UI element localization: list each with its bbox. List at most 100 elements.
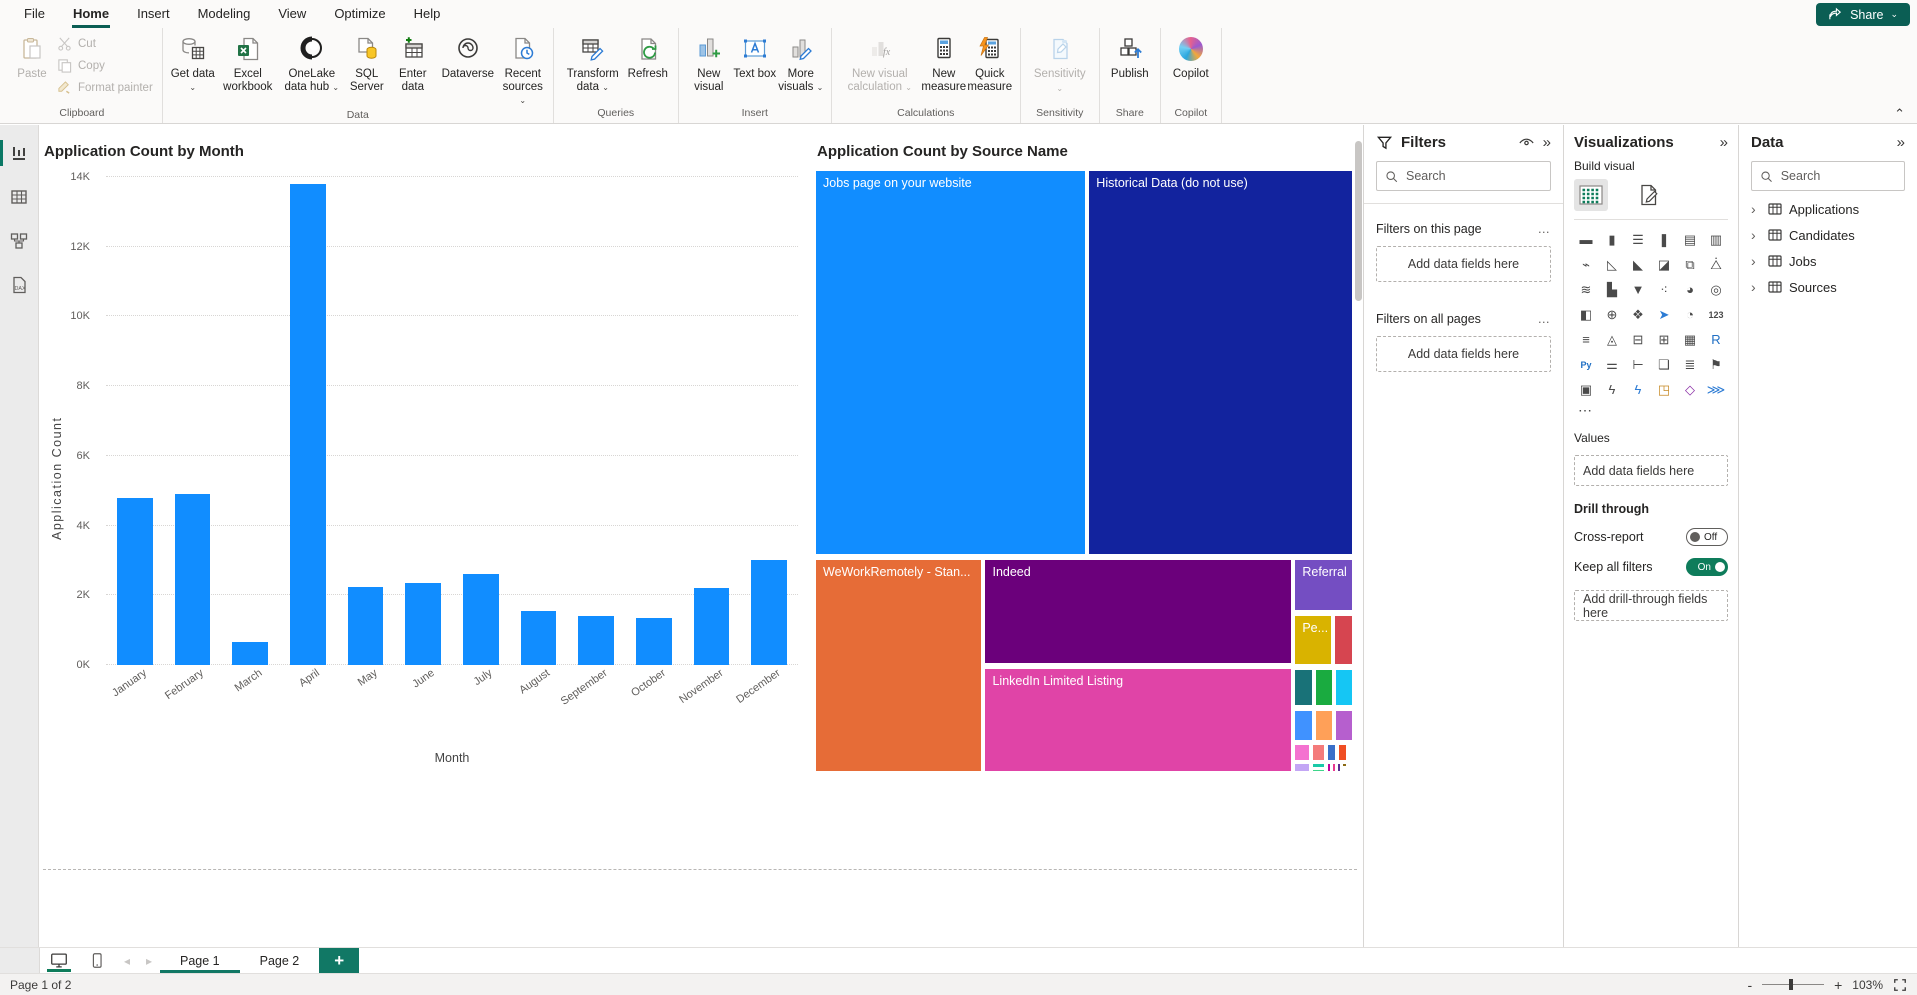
bar-june[interactable] <box>405 583 441 665</box>
cross-report-toggle[interactable]: Off <box>1686 528 1728 546</box>
smart-narrative-icon[interactable]: ≣ <box>1678 354 1702 375</box>
menu-tab-home[interactable]: Home <box>59 0 123 28</box>
model-view-button[interactable] <box>0 225 39 257</box>
treemap-tile[interactable] <box>1295 764 1309 771</box>
get-data-button[interactable]: Get data ⌄ <box>170 28 216 94</box>
recent-sources-button[interactable]: Recent sources ⌄ <box>500 28 546 107</box>
desktop-layout-button[interactable] <box>40 948 78 973</box>
menu-tab-modeling[interactable]: Modeling <box>184 0 265 28</box>
page-tab-2[interactable]: Page 2 <box>240 948 320 973</box>
treemap-tile[interactable] <box>1313 745 1324 760</box>
format-painter-button[interactable]: Format painter <box>57 80 153 95</box>
bar-january[interactable] <box>117 498 153 665</box>
clustered-column-chart-icon[interactable]: ❚ <box>1652 229 1676 250</box>
menu-tab-view[interactable]: View <box>264 0 320 28</box>
bar-october[interactable] <box>636 618 672 665</box>
new-measure-button[interactable]: New measure <box>921 28 967 94</box>
scrollbar-thumb[interactable] <box>1355 141 1362 301</box>
treemap-tile-linkedin-limited-listing[interactable]: LinkedIn Limited Listing <box>985 669 1291 771</box>
bar-march[interactable] <box>232 642 268 665</box>
kpi-icon[interactable]: ◬ <box>1600 329 1624 350</box>
sql-server-button[interactable]: SQL Server <box>344 28 390 94</box>
python-visual-icon[interactable]: Py <box>1574 354 1598 375</box>
line-and-clustered-column-chart-icon[interactable]: ⧊ <box>1704 254 1728 275</box>
clustered-bar-chart-icon[interactable]: ☰ <box>1626 229 1650 250</box>
map-icon[interactable]: ⊕ <box>1600 304 1624 325</box>
treemap-tile-weworkremotely-stan[interactable]: WeWorkRemotely - Stan... <box>816 560 981 771</box>
fit-to-page-icon[interactable] <box>1893 978 1907 992</box>
data-table-applications[interactable]: ›Applications <box>1751 201 1905 217</box>
collapse-filters-pane-icon[interactable]: » <box>1543 134 1551 151</box>
slicer-icon[interactable]: ⊟ <box>1626 329 1650 350</box>
treemap-tile-jobs-page-on-your-website[interactable]: Jobs page on your website <box>816 171 1085 554</box>
expand-chevron-icon[interactable]: › <box>1751 253 1761 269</box>
data-table-jobs[interactable]: ›Jobs <box>1751 253 1905 269</box>
power-platform-icon[interactable]: ⋙ <box>1704 379 1728 400</box>
treemap-tile-pe[interactable]: Pe... <box>1295 616 1331 665</box>
bar-august[interactable] <box>521 611 557 665</box>
power-apps-icon[interactable]: ϟ <box>1600 379 1624 400</box>
100-stacked-bar-chart-icon[interactable]: ▤ <box>1678 229 1702 250</box>
report-canvas[interactable]: Application Count by Month Application C… <box>39 125 1363 947</box>
menu-tab-optimize[interactable]: Optimize <box>320 0 399 28</box>
build-visual-tab[interactable] <box>1574 179 1608 211</box>
sensitivity-button[interactable]: Sensitivity ⌄ <box>1028 28 1092 93</box>
ribbon-chart-icon[interactable]: ≋ <box>1574 279 1598 300</box>
icon-map-icon[interactable]: ◳ <box>1652 379 1676 400</box>
decomposition-tree-icon[interactable]: ⊢ <box>1626 354 1650 375</box>
publish-button[interactable]: Publish <box>1107 28 1153 81</box>
share-button[interactable]: Share ⌄ <box>1816 3 1910 26</box>
treemap-tile[interactable] <box>1316 670 1332 705</box>
filled-map-icon[interactable]: ❖ <box>1626 304 1650 325</box>
page-tab-1[interactable]: Page 1 <box>160 948 240 973</box>
bar-november[interactable] <box>694 588 730 665</box>
filters-search-input[interactable] <box>1406 169 1542 183</box>
treemap-tile-historical-data-do-not-use[interactable]: Historical Data (do not use) <box>1089 171 1352 554</box>
metrics-icon[interactable]: ⚑ <box>1704 354 1728 375</box>
bar-september[interactable] <box>578 616 614 665</box>
dataverse-button[interactable]: Dataverse <box>436 28 500 81</box>
paginated-report-icon[interactable]: ▣ <box>1574 379 1598 400</box>
zoom-slider[interactable] <box>1762 984 1824 985</box>
menu-tab-file[interactable]: File <box>10 0 59 28</box>
pie-chart-icon[interactable]: ◕ <box>1678 279 1702 300</box>
treemap-tile[interactable] <box>1295 711 1311 740</box>
drill-through-dropzone[interactable]: Add drill-through fields here <box>1574 590 1728 621</box>
onelake-data-hub-button[interactable]: OneLake data hub ⌄ <box>280 28 344 94</box>
line-and-stacked-column-chart-icon[interactable]: ⧉ <box>1678 254 1702 275</box>
excel-workbook-button[interactable]: Excel workbook <box>216 28 280 94</box>
gauge-icon[interactable]: ◔ <box>1678 304 1702 325</box>
stacked-area-chart-icon[interactable]: ◣ <box>1626 254 1650 275</box>
data-search-box[interactable] <box>1751 161 1905 191</box>
menu-tab-insert[interactable]: Insert <box>123 0 184 28</box>
treemap-tile[interactable] <box>1336 670 1352 705</box>
quick-measure-button[interactable]: Quick measure <box>967 28 1013 94</box>
copy-button[interactable]: Copy <box>57 58 153 73</box>
next-page-arrow[interactable]: ▸ <box>138 948 160 973</box>
treemap-tile[interactable] <box>1335 616 1352 665</box>
bar-may[interactable] <box>348 587 384 665</box>
more-visual-types-icon[interactable]: ⋯ <box>1578 402 1728 419</box>
data-search-input[interactable] <box>1781 169 1896 183</box>
treemap-tile[interactable] <box>1338 764 1340 771</box>
line-chart-icon[interactable]: ⌁ <box>1574 254 1598 275</box>
collapse-data-pane-icon[interactable]: » <box>1897 134 1905 151</box>
100-stacked-area-chart-icon[interactable]: ◪ <box>1652 254 1676 275</box>
multi-row-card-icon[interactable]: ≡ <box>1574 329 1598 350</box>
more-options-icon[interactable]: … <box>1538 312 1552 326</box>
bar-chart-visual[interactable]: Application Count by Month Application C… <box>42 141 812 777</box>
bar-april[interactable] <box>290 184 326 665</box>
keep-all-filters-toggle[interactable]: On <box>1686 558 1728 576</box>
treemap-tile[interactable] <box>1316 711 1332 740</box>
expand-chevron-icon[interactable]: › <box>1751 201 1761 217</box>
refresh-button[interactable]: Refresh <box>625 28 671 81</box>
scatter-chart-icon[interactable]: ⁖ <box>1652 279 1676 300</box>
transform-data-button[interactable]: Transform data ⌄ <box>561 28 625 94</box>
new-visual-button[interactable]: New visual <box>686 28 732 94</box>
filters-search-box[interactable] <box>1376 161 1551 191</box>
text-box-button[interactable]: Text box <box>732 28 778 81</box>
format-visual-tab[interactable] <box>1632 179 1666 211</box>
power-automate-icon[interactable]: ϟ <box>1626 379 1650 400</box>
filters-this-page-dropzone[interactable]: Add data fields here <box>1376 246 1551 282</box>
cut-button[interactable]: Cut <box>57 36 153 51</box>
